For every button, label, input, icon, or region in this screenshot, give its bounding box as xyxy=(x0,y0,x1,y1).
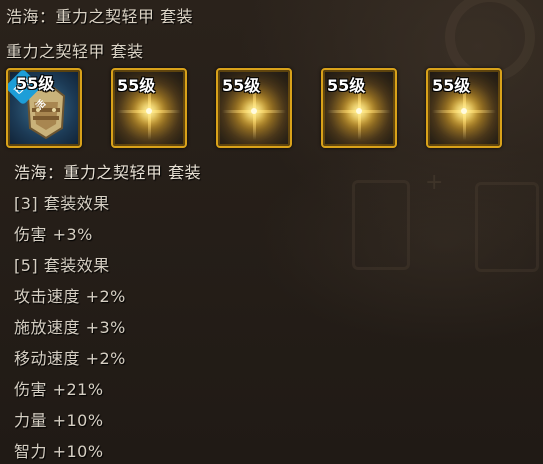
set-title-full: 浩海：重力之契轻甲 套装 xyxy=(6,7,194,26)
set-item-slot[interactable]: 55级 xyxy=(321,68,397,148)
locked-glow-icon xyxy=(251,108,257,115)
detail-set-title: 浩海：重力之契轻甲 套装 xyxy=(14,163,202,182)
plus-icon: + xyxy=(425,170,444,195)
background-slot-decoration xyxy=(475,182,539,272)
item-level: 55级 xyxy=(327,76,366,95)
set-bonus-effect: 力量 +10% xyxy=(14,411,104,430)
set-item-slot[interactable]: 55级 xyxy=(111,68,187,148)
set-item-slot[interactable]: 55级 xyxy=(426,68,502,148)
set-bonus-effect: 移动速度 +2% xyxy=(14,349,126,368)
set-bonus-effect: 伤害 +3% xyxy=(14,225,93,244)
item-level: 55级 xyxy=(222,76,261,95)
set-bonus-effect: 攻击速度 +2% xyxy=(14,287,126,306)
set-bonus-effect: 智力 +10% xyxy=(14,442,104,461)
background-slot-decoration xyxy=(352,180,410,270)
set-bonus-header: [5] 套装效果 xyxy=(14,256,110,275)
locked-glow-icon xyxy=(461,108,467,115)
set-bonus-effect: 施放速度 +3% xyxy=(14,318,126,337)
set-item-slot[interactable]: 55级 xyxy=(216,68,292,148)
item-level: 55级 xyxy=(16,74,55,93)
item-level: 55级 xyxy=(432,76,471,95)
set-item-slot[interactable]: 已激活 55级 xyxy=(6,68,82,148)
set-name: 重力之契轻甲 套装 xyxy=(6,42,144,61)
set-bonus-header: [3] 套装效果 xyxy=(14,194,110,213)
locked-glow-icon xyxy=(146,108,152,115)
locked-glow-icon xyxy=(356,108,362,115)
item-level: 55级 xyxy=(117,76,156,95)
set-bonus-effect: 伤害 +21% xyxy=(14,380,104,399)
